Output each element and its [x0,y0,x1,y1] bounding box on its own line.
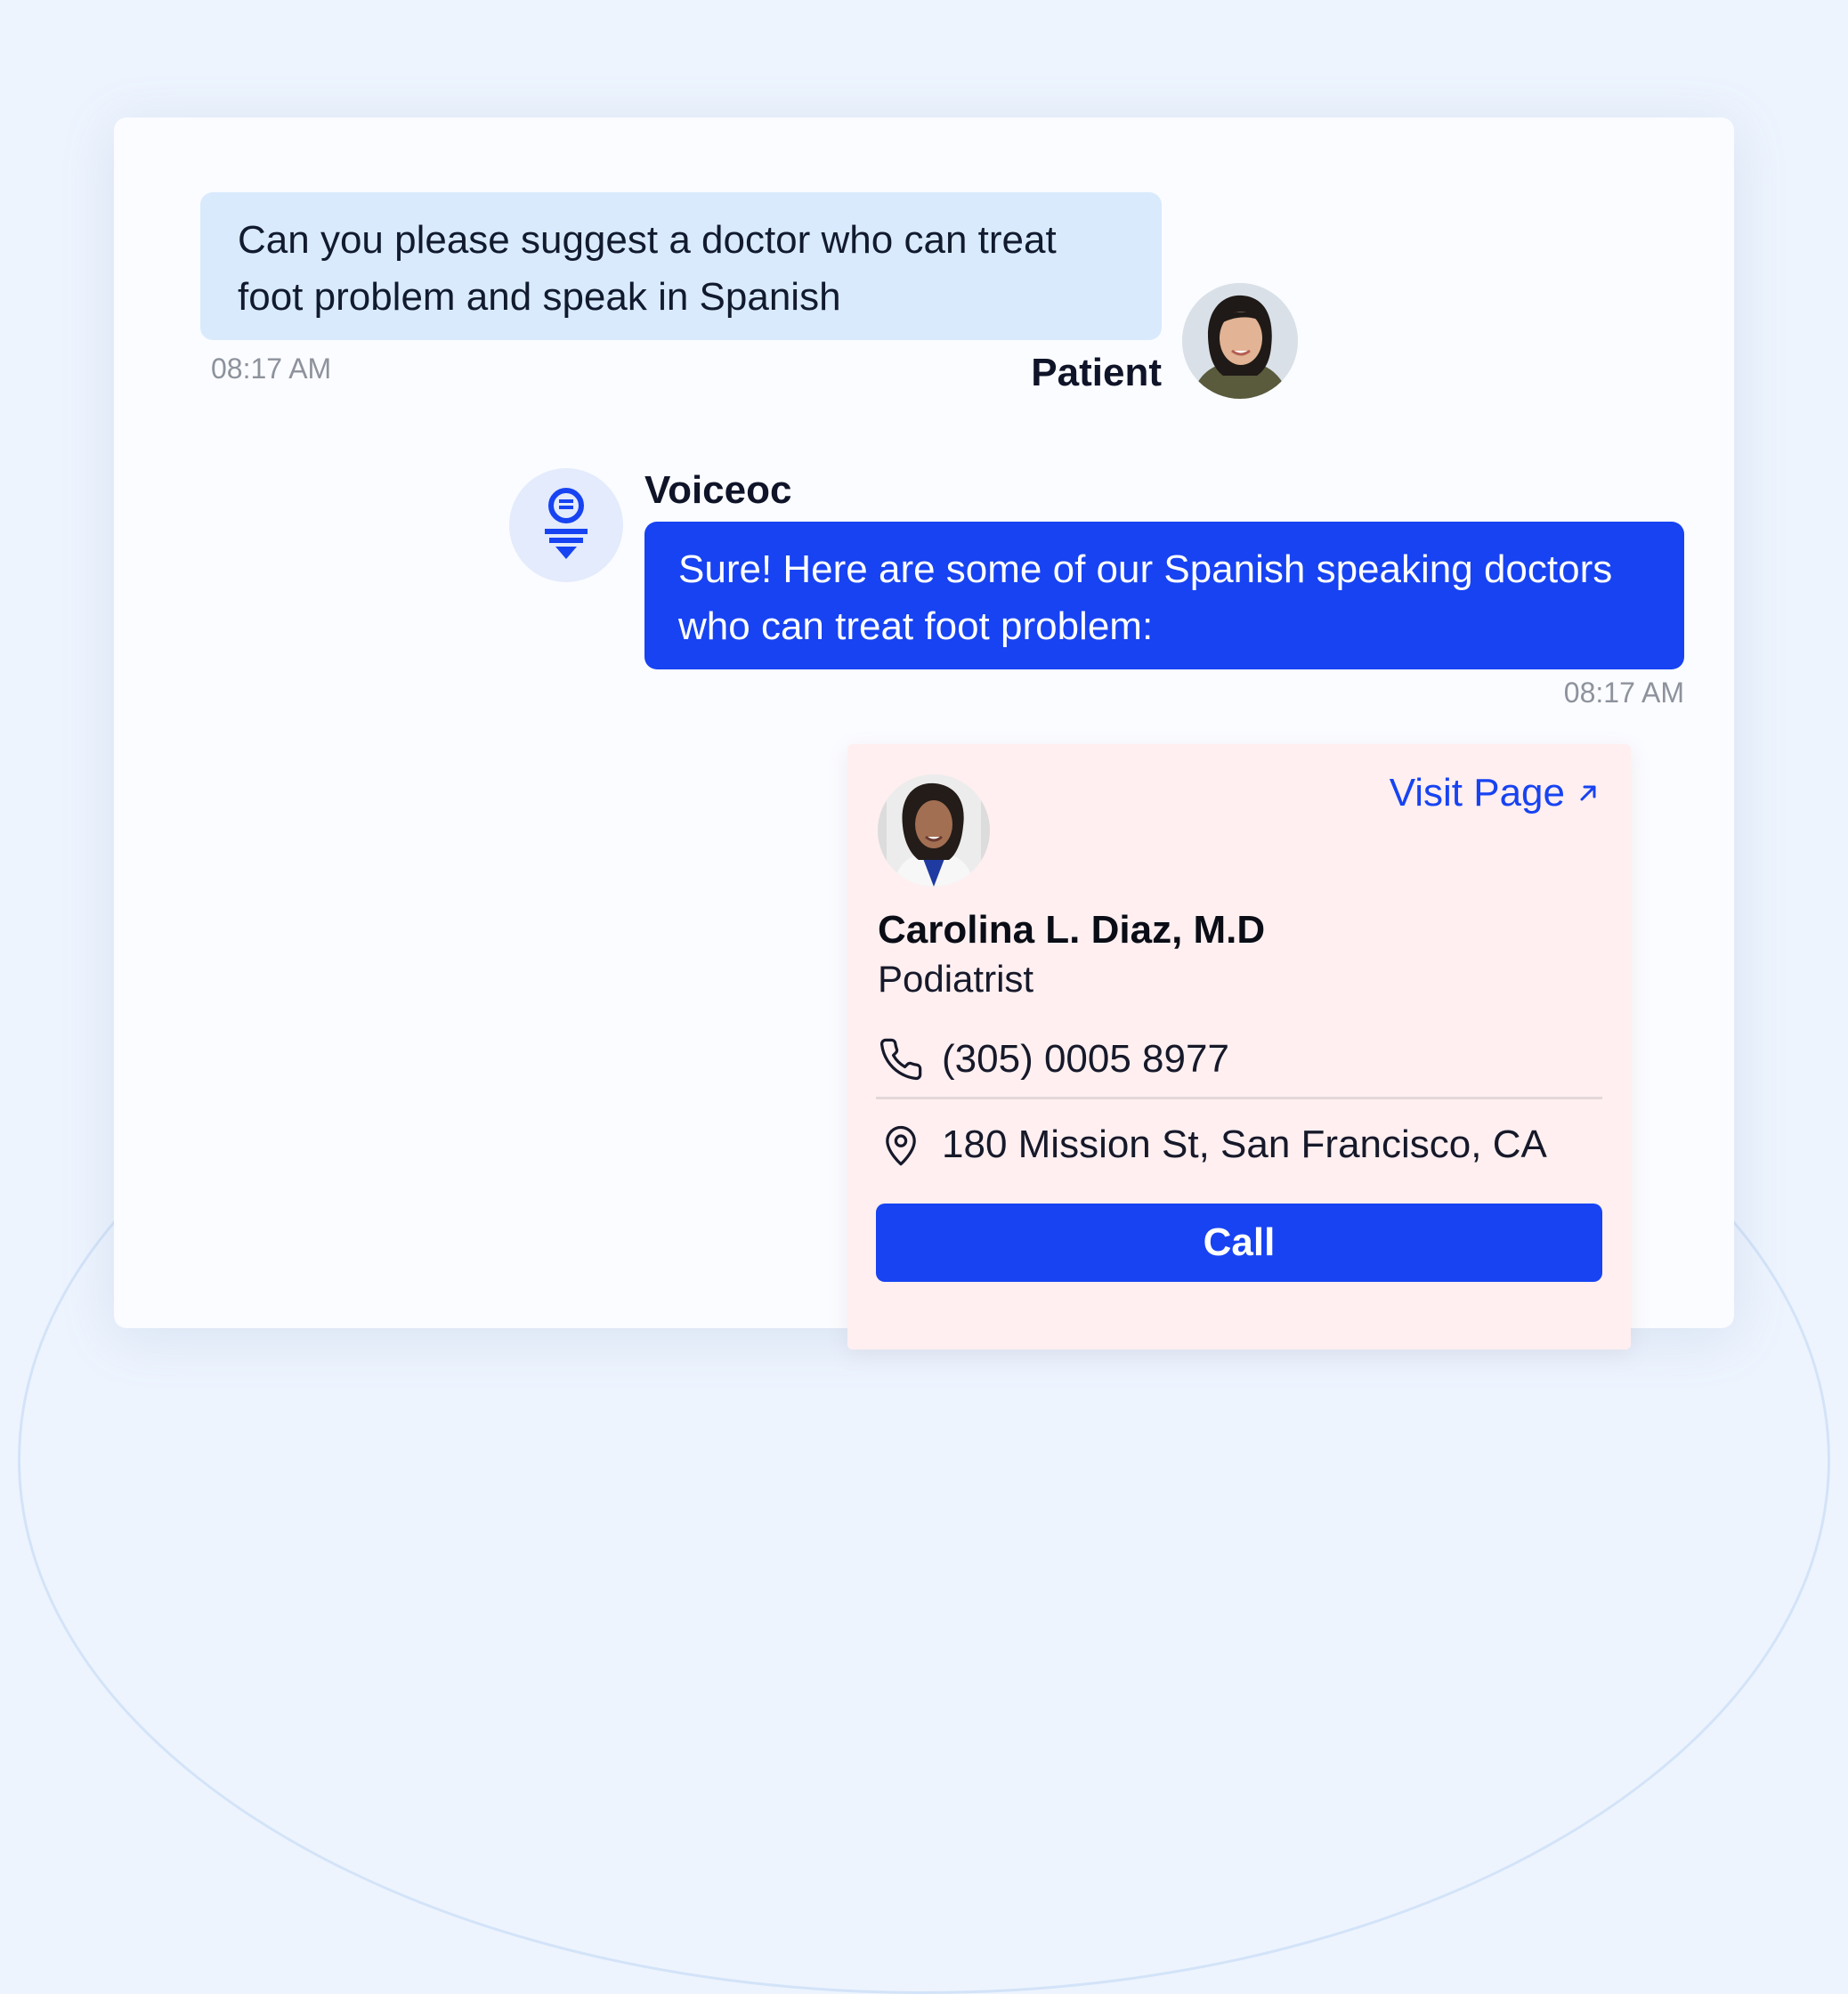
voiceoc-message-time: 08:17 AM [1563,677,1684,709]
doctor-name: Carolina L. Diaz, M.D [878,908,1266,952]
doctor-phone-row: (305) 0005 8977 [878,1036,1229,1082]
doctor-phone[interactable]: (305) 0005 8977 [942,1037,1229,1082]
doctor-specialty: Podiatrist [878,958,1034,1000]
doctor-address-row: 180 Mission St, San Francisco, CA [878,1122,1547,1168]
patient-sender-name: Patient [1031,351,1162,394]
visit-page-label: Visit Page [1389,771,1565,815]
location-pin-icon [886,1125,916,1166]
doctor-avatar [878,774,990,887]
call-button[interactable]: Call [876,1204,1602,1282]
chat-panel: Can you please suggest a doctor who can … [114,118,1734,1350]
phone-icon [879,1038,922,1081]
patient-avatar-image [1182,283,1298,399]
voiceoc-avatar [509,468,623,582]
voiceoc-logo-icon [545,488,588,559]
card-divider [876,1097,1602,1099]
patient-message-text: Can you please suggest a doctor who can … [238,218,1057,319]
external-link-icon [1580,785,1596,801]
doctor-card: Visit Page Carolina L. Diaz, M.D Podiatr… [847,744,1631,1350]
patient-message-time: 08:17 AM [211,353,332,385]
visit-page-link[interactable]: Visit Page [1390,771,1601,815]
doctor-address: 180 Mission St, San Francisco, CA [942,1123,1547,1166]
voiceoc-message-bubble: Sure! Here are some of our Spanish speak… [644,522,1684,669]
voiceoc-sender-name: Voiceoc [644,468,792,512]
patient-avatar [1182,283,1298,399]
patient-message-bubble: Can you please suggest a doctor who can … [200,192,1162,340]
doctor-avatar-image [878,774,990,887]
voiceoc-message-text: Sure! Here are some of our Spanish speak… [678,547,1613,648]
